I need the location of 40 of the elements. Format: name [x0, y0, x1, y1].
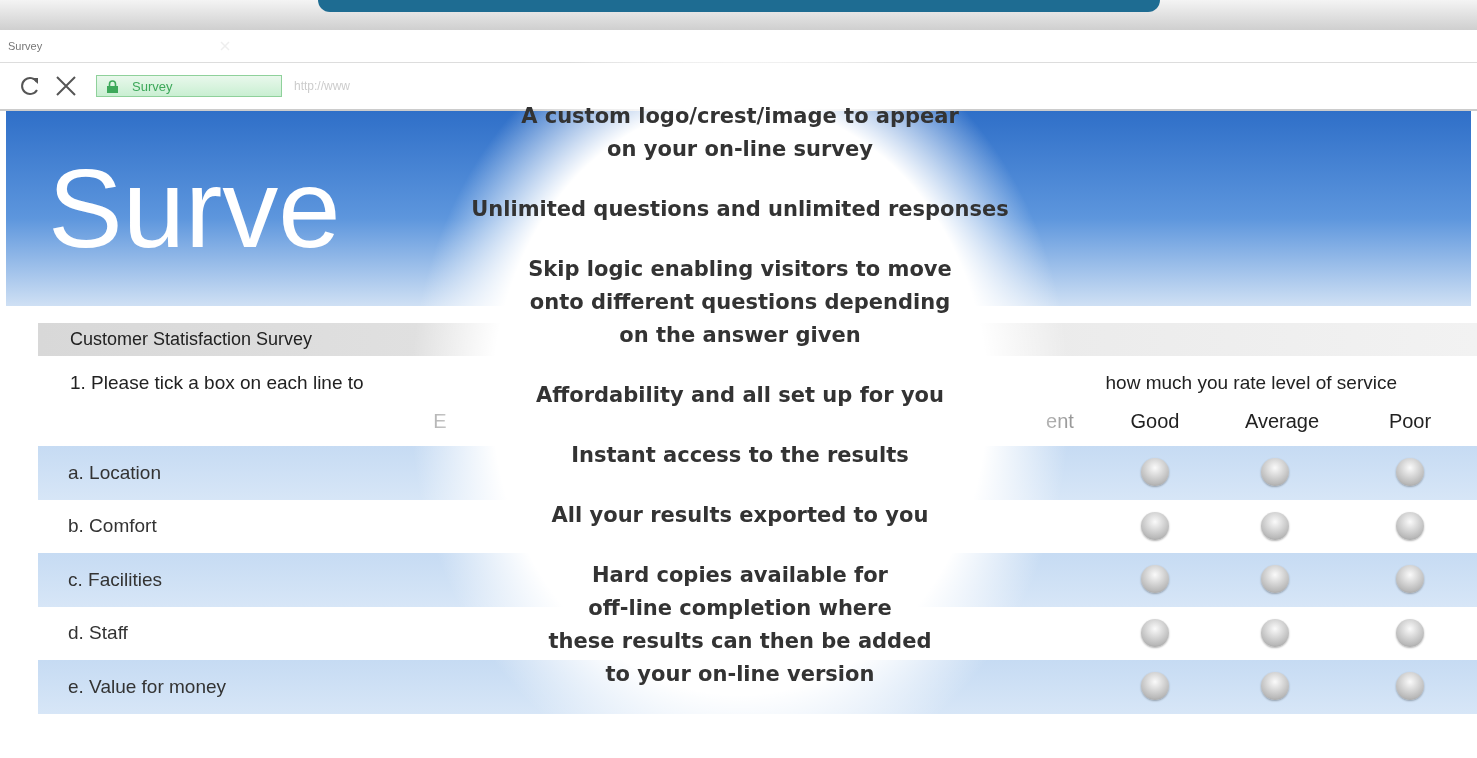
feature-text: A custom logo/crest/image to appear on your on-line survey — [521, 103, 959, 163]
column-header: Average — [1244, 410, 1320, 433]
radio-button[interactable] — [1396, 618, 1424, 647]
feature-text: Hard copies available for off-line completion where these results can then be added to your on-line version — [548, 562, 932, 688]
radio-button[interactable] — [1261, 565, 1289, 593]
radio-button[interactable] — [1396, 565, 1424, 593]
feature-text: All your results exported to you — [551, 502, 929, 529]
row-label: e. Value for money — [67, 675, 227, 698]
survey-title: Customer Statisfaction Survey — [70, 329, 313, 350]
radio-button[interactable] — [1396, 672, 1424, 700]
column-header: E — [433, 410, 447, 433]
radio-button[interactable] — [1261, 511, 1289, 540]
survey-heading: Surve — [48, 152, 341, 265]
row-label: a. Location — [67, 461, 161, 484]
address-field[interactable]: Survey — [96, 75, 282, 97]
feature-text: Affordability and all set up for you — [536, 382, 944, 409]
row-label: c. Facilities — [67, 568, 162, 591]
radio-button[interactable] — [1141, 618, 1169, 647]
radio-button[interactable] — [1141, 565, 1169, 593]
radio-button[interactable] — [1396, 511, 1424, 540]
feature-text: Unlimited questions and unlimited responses — [471, 196, 1009, 223]
column-header: Poor — [1388, 410, 1432, 433]
question-text: 1. Please tick a box on each line to — [70, 372, 364, 395]
column-header: ent — [1046, 410, 1074, 433]
feature-text: Skip logic enabling visitors to move onto different questions depending on the answer given — [528, 256, 952, 349]
radio-button[interactable] — [1141, 458, 1169, 486]
tab-title[interactable]: Survey — [8, 40, 43, 52]
radio-button[interactable] — [1261, 618, 1289, 647]
feature-text: Instant access to the results — [571, 442, 909, 469]
radio-button[interactable] — [1261, 672, 1289, 700]
row-label: d. Staff — [67, 622, 128, 645]
radio-button[interactable] — [1261, 458, 1289, 486]
radio-button[interactable] — [1396, 458, 1424, 486]
lock-icon — [107, 79, 118, 93]
close-icon[interactable] — [54, 74, 78, 98]
row-label: b. Comfort — [67, 515, 157, 538]
question-text: how much you rate level of service — [1105, 372, 1397, 395]
radio-button[interactable] — [1141, 511, 1169, 540]
radio-button[interactable] — [1141, 672, 1169, 700]
column-header: Good — [1130, 410, 1180, 433]
